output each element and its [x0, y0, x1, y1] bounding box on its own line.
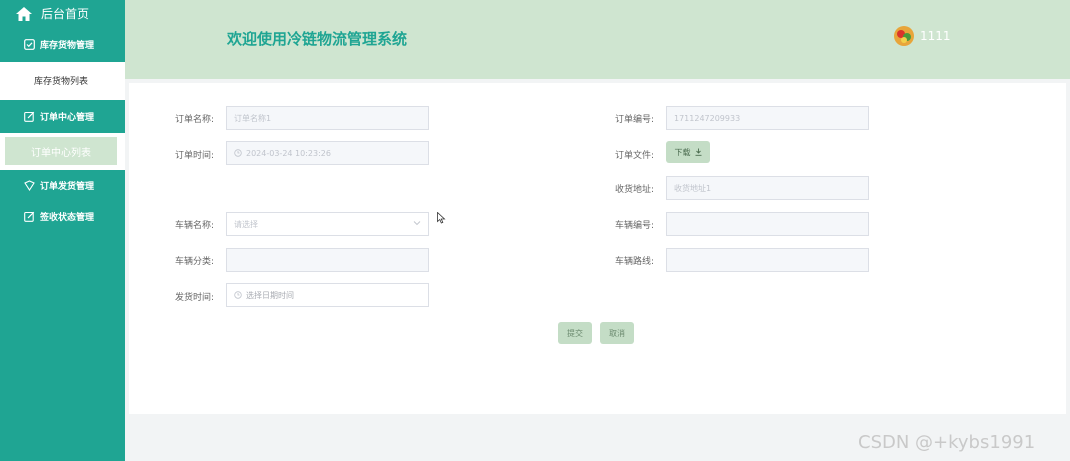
sidebar: 后台首页 库存货物管理 库存货物列表 订单中心管理 订单中心列表 订单发货管理 … [0, 0, 125, 461]
clock-icon [234, 149, 242, 157]
menu-orders-label: 订单中心管理 [40, 113, 95, 123]
divider: 库存货物列表 [0, 62, 125, 100]
address-placeholder: 收货地址1 [674, 183, 712, 193]
label-vehicle-name: 车辆名称: [174, 221, 214, 231]
menu-shipping-label: 订单发货管理 [40, 182, 95, 192]
label-ship-time: 发货时间: [174, 293, 214, 303]
menu-inventory[interactable]: 库存货物管理 [0, 27, 125, 62]
username: 1111 [920, 29, 951, 43]
sidebar-item-order-list[interactable]: 订单中心列表 [5, 137, 117, 165]
user-menu[interactable]: 1111 [893, 25, 951, 47]
label-order-file: 订单文件: [614, 151, 654, 161]
watermark: CSDN @+kybs1991 [858, 432, 1036, 453]
order-time-picker[interactable]: 2024-03-24 10:23:26 [226, 141, 429, 165]
submenu-wrap: 订单中心列表 [0, 133, 125, 170]
menu-shipping[interactable]: 订单发货管理 [0, 170, 125, 201]
cancel-button[interactable]: 取消 [600, 322, 634, 344]
shield-icon [24, 180, 35, 191]
order-name-placeholder: 订单名称1 [234, 113, 272, 123]
menu-orders[interactable]: 订单中心管理 [0, 100, 125, 133]
order-no-value: 1711247209933 [674, 113, 741, 123]
mouse-cursor-icon [437, 209, 446, 228]
order-time-value: 2024-03-24 10:23:26 [246, 148, 331, 158]
label-vehicle-route: 车辆路线: [614, 257, 654, 267]
download-label: 下载 [674, 147, 691, 157]
vehicle-route-input[interactable] [666, 248, 869, 272]
label-order-time: 订单时间: [174, 151, 214, 161]
menu-signing[interactable]: 签收状态管理 [0, 201, 125, 232]
vehicle-name-placeholder: 请选择 [234, 219, 258, 229]
submit-button[interactable]: 提交 [558, 322, 592, 344]
home-icon [15, 6, 33, 22]
vehicle-no-input[interactable] [666, 212, 869, 236]
home-label: 后台首页 [41, 7, 90, 21]
order-no-input[interactable]: 1711247209933 [666, 106, 869, 130]
edit-icon [24, 111, 35, 122]
label-vehicle-no: 车辆编号: [614, 221, 654, 231]
edit-icon [24, 211, 35, 222]
menu-signing-label: 签收状态管理 [40, 213, 95, 223]
label-address: 收货地址: [614, 185, 654, 195]
menu-inventory-label: 库存货物管理 [40, 41, 95, 51]
download-icon [695, 148, 702, 156]
label-vehicle-cat: 车辆分类: [174, 257, 214, 267]
clock-icon [234, 291, 242, 299]
ship-time-picker[interactable]: 选择日期时间 [226, 283, 429, 307]
order-form-card: 订单名称: 订单名称1 订单编号: 1711247209933 订单时间: 20… [129, 83, 1066, 414]
checkbox-icon [24, 39, 35, 50]
avatar [893, 25, 915, 47]
page-title: 欢迎使用冷链物流管理系统 [227, 30, 408, 48]
vehicle-name-select[interactable]: 请选择 [226, 212, 429, 236]
download-button[interactable]: 下载 [666, 141, 710, 163]
address-input[interactable]: 收货地址1 [666, 176, 869, 200]
top-header: 欢迎使用冷链物流管理系统 1111 [125, 0, 1070, 79]
ship-time-placeholder: 选择日期时间 [246, 290, 294, 300]
home-link[interactable]: 后台首页 [0, 0, 125, 27]
order-name-input[interactable]: 订单名称1 [226, 106, 429, 130]
label-order-no: 订单编号: [614, 115, 654, 125]
vehicle-cat-input[interactable] [226, 248, 429, 272]
chevron-down-icon [413, 220, 421, 226]
label-order-name: 订单名称: [174, 115, 214, 125]
sidebar-item-inventory-list[interactable]: 库存货物列表 [5, 66, 117, 95]
